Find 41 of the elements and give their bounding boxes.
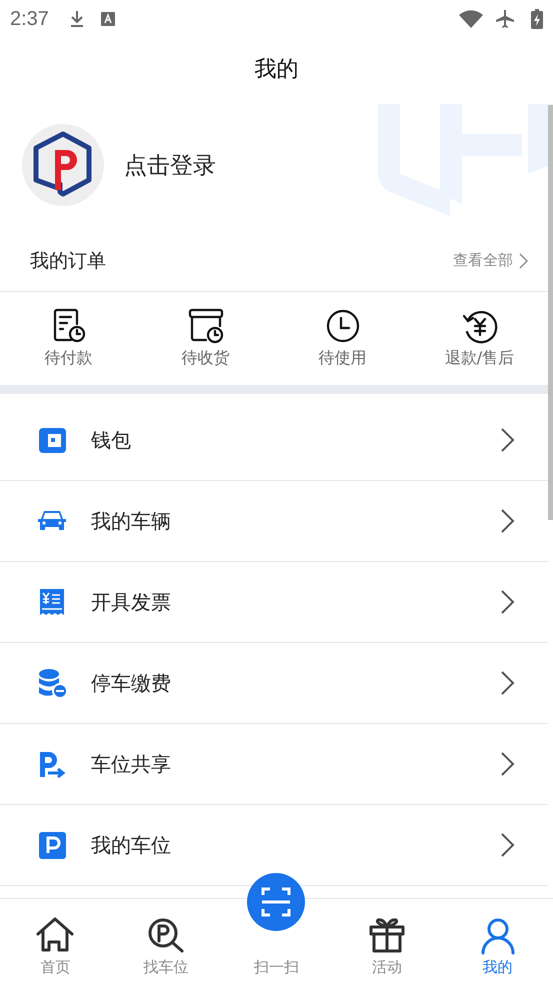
chevron-right-icon: [500, 589, 515, 615]
chevron-right-icon: [500, 508, 515, 534]
airplane-icon: [495, 9, 515, 29]
download-icon: [68, 10, 85, 28]
nav-tab[interactable]: 我的: [442, 899, 553, 977]
menu-item[interactable]: 钱包: [0, 400, 548, 481]
invoice-icon: [37, 587, 67, 617]
chevron-right-icon: [500, 670, 515, 696]
status-time: 2:37: [10, 8, 49, 30]
view-all-link[interactable]: 查看全部: [453, 251, 513, 270]
nav-tab[interactable]: 首页: [0, 899, 111, 977]
order-status-button[interactable]: 待付款: [0, 292, 137, 385]
menu-item[interactable]: 开具发票: [0, 562, 548, 643]
wallet-icon: [37, 425, 67, 455]
nav-tab[interactable]: 找车位: [110, 899, 222, 977]
chevron-right-icon: [500, 427, 515, 453]
scan-icon: [247, 873, 306, 931]
menu-item[interactable]: 停车缴费: [0, 643, 548, 724]
scrollbar[interactable]: [548, 105, 553, 520]
order-status-button[interactable]: 退款/售后: [411, 292, 548, 385]
wifi-icon: [459, 10, 483, 28]
menu-item[interactable]: 我的车辆: [0, 481, 548, 562]
chevron-right-icon: [500, 832, 515, 858]
share-icon: [37, 749, 67, 779]
order-status-button[interactable]: 待使用: [274, 292, 411, 385]
keyboard-icon: [100, 12, 115, 26]
chevron-right-icon: [519, 252, 528, 268]
order-icon: [462, 308, 498, 344]
order-icon: [324, 308, 360, 344]
section-title: 我的订单: [30, 248, 106, 274]
chevron-right-icon: [500, 751, 515, 777]
battery-icon: [531, 9, 543, 29]
order-icon: [188, 308, 224, 344]
page-title: 我的: [254, 56, 298, 84]
login-link[interactable]: 点击登录: [124, 150, 216, 180]
avatar-logo-icon[interactable]: [22, 124, 104, 206]
order-status-button[interactable]: 待收货: [137, 292, 274, 385]
fee-icon: [37, 668, 67, 698]
nav-tab[interactable]: 活动: [332, 899, 442, 977]
spot-icon: [37, 830, 67, 860]
menu-item[interactable]: 车位共享: [0, 724, 548, 805]
